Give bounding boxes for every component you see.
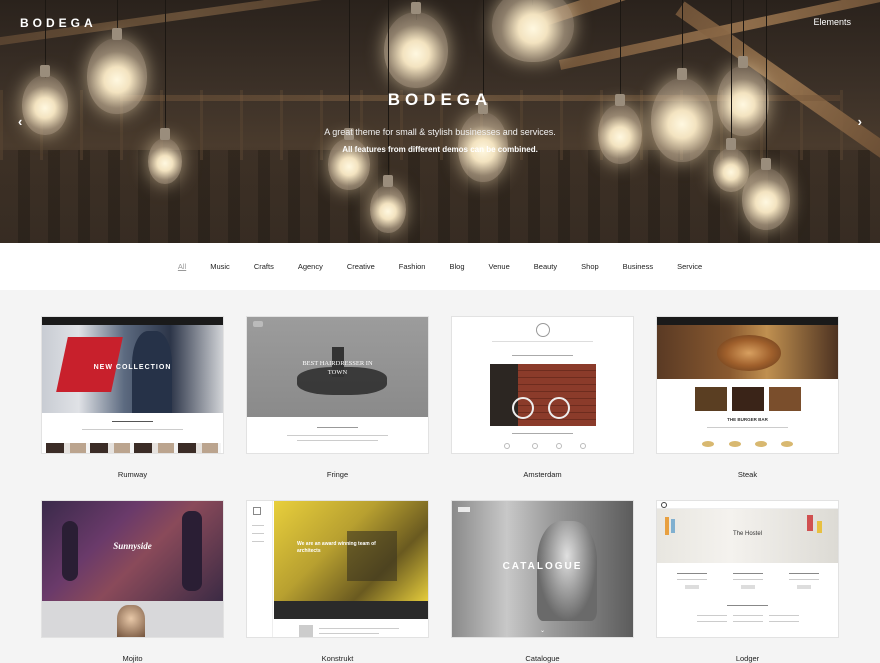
filter-venue[interactable]: Venue [489, 262, 510, 271]
demo-card-lodger[interactable]: The Hostel Lodger [656, 500, 839, 663]
demo-card-mojito[interactable]: Sunnyside Mojito [41, 500, 224, 663]
demo-card-amsterdam[interactable]: Amsterdam [451, 316, 634, 479]
demo-thumbnail[interactable] [451, 316, 634, 454]
filter-crafts[interactable]: Crafts [254, 262, 274, 271]
chevron-down-icon: ⌄ [540, 628, 546, 634]
elements-link[interactable]: Elements [813, 17, 851, 27]
demo-label[interactable]: Catalogue [451, 654, 634, 663]
hero-subtitle: A great theme for small & stylish busine… [324, 127, 556, 137]
demo-label[interactable]: Steak [656, 470, 839, 479]
demo-label[interactable]: Rumway [41, 470, 224, 479]
thumb-overlay-text: BEST HAIRDRESSER IN TOWN [302, 360, 373, 376]
demo-card-catalogue[interactable]: CATALOGUE ⌄ Catalogue [451, 500, 634, 663]
filter-service[interactable]: Service [677, 262, 702, 271]
thumb-overlay-text: NEW COLLECTION [93, 364, 172, 371]
demo-label[interactable]: Konstrukt [246, 654, 429, 663]
demo-card-rumway[interactable]: NEW COLLECTION Rumway [41, 316, 224, 479]
bulb [492, 0, 574, 62]
demo-label[interactable]: Amsterdam [451, 470, 634, 479]
filter-beauty[interactable]: Beauty [534, 262, 557, 271]
demo-thumbnail[interactable]: NEW COLLECTION [41, 316, 224, 454]
filter-creative[interactable]: Creative [347, 262, 375, 271]
demo-thumbnail[interactable]: The Hostel [656, 500, 839, 638]
demo-thumbnail[interactable]: THE BURGER BAR [656, 316, 839, 454]
prev-arrow-icon[interactable]: ‹ [18, 114, 22, 129]
thumb-overlay-text: We are an award winning team of architec… [297, 541, 376, 554]
thumb-overlay-text: CATALOGUE [502, 561, 583, 572]
filter-shop[interactable]: Shop [581, 262, 599, 271]
thumb-overlay-text: The Hostel [732, 531, 762, 537]
demo-thumbnail[interactable]: We are an award winning team of architec… [246, 500, 429, 638]
bulb [370, 175, 406, 233]
brand-logo[interactable]: BODEGA [20, 16, 97, 30]
filter-fashion[interactable]: Fashion [399, 262, 426, 271]
demo-card-steak[interactable]: THE BURGER BAR Steak [656, 316, 839, 479]
demo-thumbnail[interactable]: Sunnyside [41, 500, 224, 638]
thumb-overlay-text: Sunnyside [113, 541, 152, 551]
demo-label[interactable]: Lodger [656, 654, 839, 663]
filter-business[interactable]: Business [623, 262, 653, 271]
demo-card-fringe[interactable]: BEST HAIRDRESSER IN TOWN Fringe [246, 316, 429, 479]
next-arrow-icon[interactable]: › [858, 114, 862, 129]
thumb-overlay-text: THE BURGER BAR [727, 417, 768, 422]
demo-card-konstrukt[interactable]: We are an award winning team of architec… [246, 500, 429, 663]
filter-music[interactable]: Music [210, 262, 230, 271]
demo-filter-bar: All Music Crafts Agency Creative Fashion… [0, 243, 880, 290]
demo-thumbnail[interactable]: BEST HAIRDRESSER IN TOWN [246, 316, 429, 454]
bulb [384, 2, 448, 88]
demo-label[interactable]: Mojito [41, 654, 224, 663]
demo-thumbnail[interactable]: CATALOGUE ⌄ [451, 500, 634, 638]
filter-all[interactable]: All [178, 262, 186, 271]
filter-blog[interactable]: Blog [449, 262, 464, 271]
hero-title: BODEGA [387, 90, 493, 109]
hero-subtitle-2: All features from different demos can be… [342, 145, 538, 154]
filter-agency[interactable]: Agency [298, 262, 323, 271]
hero-slider: BODEGA Elements BODEGA A great theme for… [0, 0, 880, 243]
bulb [742, 158, 790, 230]
demo-label[interactable]: Fringe [246, 470, 429, 479]
